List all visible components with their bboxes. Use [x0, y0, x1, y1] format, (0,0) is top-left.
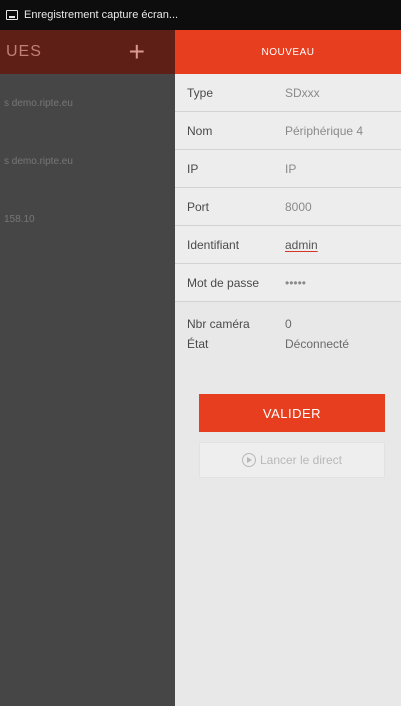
validate-button[interactable]: VALIDER: [199, 394, 385, 432]
device-label: s demo.ripte.eu: [4, 97, 73, 109]
camera-count-value: 0: [285, 317, 292, 331]
device-list-item[interactable]: s demo.ripte.eu: [0, 74, 175, 132]
type-field[interactable]: Type SDxxx: [175, 74, 401, 112]
ip-field[interactable]: IP IP: [175, 150, 401, 188]
play-icon: [241, 453, 256, 467]
camera-count-row: Nbr caméra 0: [187, 314, 401, 334]
add-device-button[interactable]: +: [129, 38, 145, 66]
username-field[interactable]: Identifiant admin: [175, 226, 401, 264]
side-drawer: UES + s demo.ripte.eu s demo.ripte.eu 15…: [0, 30, 175, 706]
password-input[interactable]: •••••: [285, 276, 306, 290]
start-live-button[interactable]: Lancer le direct: [199, 442, 385, 478]
ip-input[interactable]: IP: [285, 162, 296, 176]
camera-count-label: Nbr caméra: [187, 317, 250, 331]
status-row: État Déconnecté: [187, 334, 401, 354]
screen-record-icon: [6, 10, 18, 20]
type-value[interactable]: SDxxx: [285, 86, 320, 100]
start-live-label: Lancer le direct: [259, 453, 343, 467]
status-bar: Enregistrement capture écran...: [0, 0, 401, 30]
name-label: Nom: [187, 123, 213, 138]
password-field[interactable]: Mot de passe •••••: [175, 264, 401, 302]
name-field[interactable]: Nom Périphérique 4: [175, 112, 401, 150]
port-input[interactable]: 8000: [285, 200, 312, 214]
port-field[interactable]: Port 8000: [175, 188, 401, 226]
device-list-item[interactable]: 158.10: [0, 190, 175, 248]
drawer-header: UES +: [0, 30, 175, 74]
username-input[interactable]: admin: [285, 238, 318, 252]
status-label: État: [187, 337, 209, 351]
password-label: Mot de passe: [187, 275, 260, 290]
new-device-panel: NOUVEAU Type SDxxx Nom Périphérique 4 IP…: [175, 30, 401, 706]
username-label: Identifiant: [187, 237, 240, 252]
panel-title: NOUVEAU: [175, 30, 401, 74]
status-value: Déconnecté: [285, 337, 350, 351]
name-input[interactable]: Périphérique 4: [285, 124, 363, 138]
drawer-title: UES: [6, 43, 42, 60]
port-label: Port: [187, 199, 210, 214]
device-list-item[interactable]: s demo.ripte.eu: [0, 132, 175, 190]
device-info: Nbr caméra 0 État Déconnecté: [175, 302, 401, 354]
device-label: 158.10: [4, 213, 35, 225]
ip-label: IP: [187, 161, 199, 176]
device-list: s demo.ripte.eu s demo.ripte.eu 158.10: [0, 74, 175, 248]
status-text: Enregistrement capture écran...: [24, 9, 179, 21]
device-label: s demo.ripte.eu: [4, 155, 73, 167]
type-label: Type: [187, 85, 214, 100]
